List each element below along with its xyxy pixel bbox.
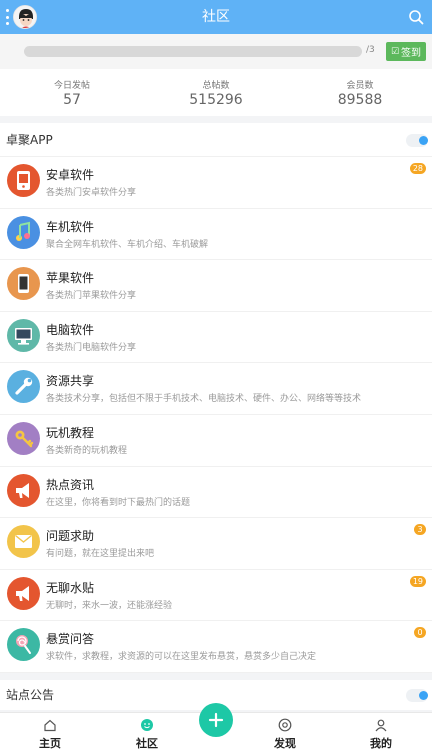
forum-board-item[interactable]: 资源共享各类技术分享，包括但不限于手机技术、电脑技术、硬件、办公、网络等等技术 <box>0 363 432 415</box>
nav-community[interactable]: 社区 <box>117 713 177 753</box>
board-description: 无聊时，来水一波，还能涨经验 <box>46 600 173 611</box>
board-title: 安卓软件 <box>46 168 95 182</box>
forum-board-item[interactable]: 玩机教程各类新奇的玩机教程 <box>0 415 432 467</box>
stat-value: 515296 <box>189 92 243 108</box>
board-title: 苹果软件 <box>46 271 95 286</box>
search-icon[interactable] <box>408 9 424 25</box>
monitor-icon <box>7 318 40 352</box>
plus-icon <box>208 712 224 728</box>
iphone-icon <box>7 267 40 301</box>
checkin-button[interactable]: ☑ 签到 <box>386 42 426 61</box>
top-bar: 社区 <box>0 0 432 34</box>
board-description: 各类技术分享，包括但不限于手机技术、电脑技术、硬件、办公、网络等等技术 <box>46 394 362 405</box>
stat-label: 总帖数 <box>202 81 230 91</box>
new-posts-badge: 28 <box>409 163 426 174</box>
board-description: 在这里，你将看到时下最热门的话题 <box>46 497 191 508</box>
profile-icon <box>375 719 387 732</box>
stat-today-posts: 今日发帖 57 <box>0 69 144 116</box>
forum-board-item[interactable]: 电脑软件各类热门电脑软件分享 <box>0 312 432 364</box>
board-description: 聚合全网车机软件、车机介绍、车机破解 <box>46 239 209 250</box>
board-title: 电脑软件 <box>46 322 95 337</box>
megaphone-icon <box>7 473 40 507</box>
checkbox-icon: ☑ <box>390 46 400 57</box>
forum-board-item[interactable]: 苹果软件各类热门苹果软件分享 <box>0 260 432 312</box>
community-icon <box>141 719 153 731</box>
new-posts-badge: 0 <box>414 627 426 639</box>
bottom-nav: 主页 社区 发现 我的 <box>0 703 432 753</box>
forum-stats: 今日发帖 57 总帖数 515296 会员数 89588 <box>0 69 432 116</box>
discover-icon <box>278 718 292 732</box>
stat-total-posts: 总帖数 515296 <box>144 69 288 116</box>
board-description: 各类热门安卓软件分享 <box>46 188 137 198</box>
board-title: 无聊水贴 <box>46 580 95 595</box>
nav-label: 发现 <box>274 737 296 750</box>
new-posts-badge: 3 <box>414 524 426 536</box>
board-description: 各类热门电脑软件分享 <box>46 342 137 353</box>
board-title: 热点资讯 <box>46 477 95 492</box>
stat-label: 今日发帖 <box>53 81 90 91</box>
checkin-bar: /3 ☑ 签到 <box>0 34 432 69</box>
board-description: 有问题，就在这里提出来吧 <box>46 549 155 560</box>
nav-home[interactable]: 主页 <box>20 713 80 753</box>
board-title: 资源共享 <box>46 374 95 389</box>
nav-label: 社区 <box>136 737 158 750</box>
section-title: 卓聚APP <box>6 133 53 147</box>
create-post-button[interactable] <box>199 703 233 737</box>
stat-value: 57 <box>63 92 81 108</box>
notice-title: 站点公告 <box>6 688 55 702</box>
forum-board-item[interactable]: 悬赏问答求软件，求教程，求资源的可以在这里发布悬赏，悬赏多少自己决定 0 <box>0 621 432 673</box>
megaphone-icon <box>7 576 40 610</box>
board-title: 车机软件 <box>46 219 95 234</box>
board-description: 各类热门苹果软件分享 <box>46 291 137 302</box>
forum-board-item[interactable]: 热点资讯在这里，你将看到时下最热门的话题 <box>0 467 432 519</box>
forum-board-item[interactable]: 问题求助有问题，就在这里提出来吧 3 <box>0 518 432 570</box>
envelope-icon <box>7 525 40 559</box>
nav-label: 主页 <box>39 737 61 750</box>
forum-section: 卓聚APP 安卓软件各类热门安卓软件分享 28 车机软件聚合全网车机软件、车机介绍、… <box>0 123 432 673</box>
stat-value: 89588 <box>337 92 383 108</box>
android-phone-icon <box>7 164 40 197</box>
notice-collapse-toggle[interactable] <box>406 689 428 702</box>
nav-discover[interactable]: 发现 <box>255 713 315 753</box>
board-title: 玩机教程 <box>46 425 95 440</box>
lollipop-icon <box>7 628 40 662</box>
section-collapse-toggle[interactable] <box>406 134 428 147</box>
board-description: 各类新奇的玩机教程 <box>46 445 128 456</box>
checkin-progress-bar <box>24 46 362 57</box>
stat-members: 会员数 89588 <box>288 69 432 116</box>
page-title: 社区 <box>202 9 230 25</box>
board-title: 悬赏问答 <box>46 632 95 647</box>
forum-board-item[interactable]: 安卓软件各类热门安卓软件分享 28 <box>0 157 432 209</box>
forum-board-item[interactable]: 车机软件聚合全网车机软件、车机介绍、车机破解 <box>0 209 432 261</box>
forum-board-item[interactable]: 无聊水贴无聊时，来水一波，还能涨经验 19 <box>0 570 432 622</box>
checkin-progress-text: /3 <box>366 45 375 55</box>
wrench-icon <box>7 370 40 404</box>
stat-label: 会员数 <box>346 81 374 91</box>
checkin-button-label: 签到 <box>401 48 422 59</box>
section-header[interactable]: 卓聚APP <box>0 123 432 157</box>
new-posts-badge: 19 <box>409 575 426 587</box>
board-title: 问题求助 <box>46 529 95 544</box>
key-icon <box>7 421 40 455</box>
music-note-icon <box>7 215 40 249</box>
nav-label: 我的 <box>370 737 392 750</box>
home-icon <box>44 719 56 732</box>
nav-profile[interactable]: 我的 <box>351 713 411 753</box>
board-description: 求软件，求教程，求资源的可以在这里发布悬赏，悬赏多少自己决定 <box>46 652 317 663</box>
